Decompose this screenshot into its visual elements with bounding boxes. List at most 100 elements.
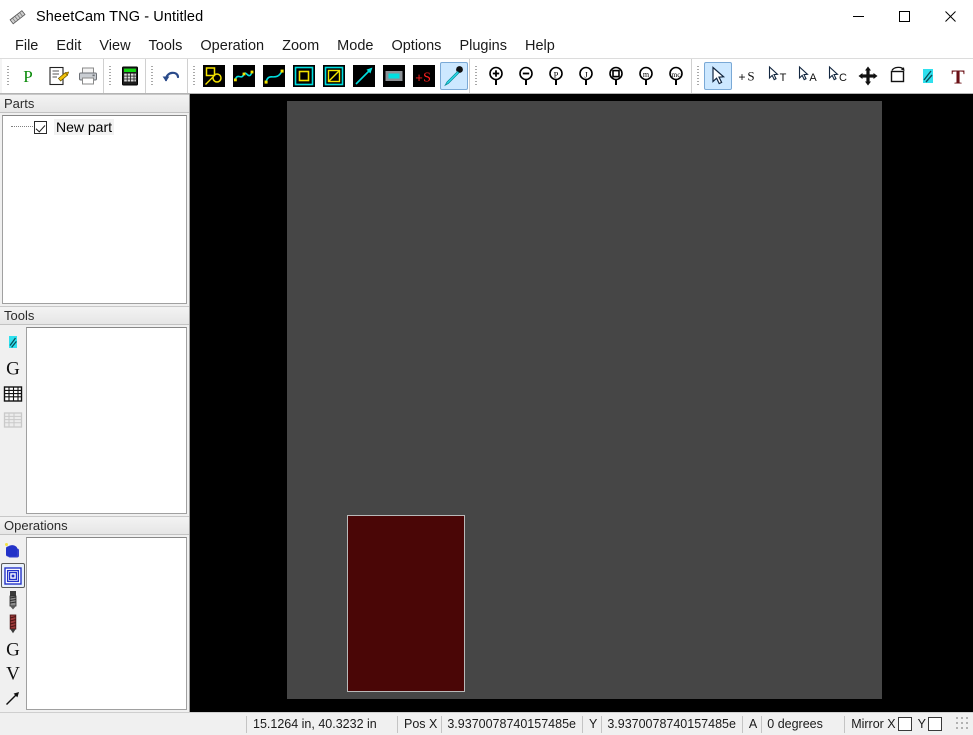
menu-plugins[interactable]: Plugins (450, 36, 516, 56)
svg-text:T: T (951, 67, 965, 88)
tools-panel: Tools G (0, 306, 189, 516)
svg-text:mc: mc (671, 70, 681, 79)
zoom-material-m-icon[interactable]: m (632, 62, 660, 90)
v-carve-icon[interactable]: V (1, 661, 25, 685)
tools-panel-body: G (0, 325, 189, 516)
mirror-x-checkbox[interactable] (897, 717, 912, 731)
worksheet-area[interactable] (287, 101, 882, 699)
toolbar-gripper[interactable] (472, 62, 480, 90)
select-shapes-icon[interactable] (200, 62, 228, 90)
polyline-node-icon[interactable] (230, 62, 258, 90)
diagonal-in-box-icon[interactable] (320, 62, 348, 90)
toolbar-gripper[interactable] (694, 62, 702, 90)
status-pos-x-label: Pos X (404, 717, 438, 731)
parts-tree-row[interactable]: New part (3, 116, 186, 138)
title-bar: SheetCam TNG - Untitled (0, 0, 973, 33)
edit-document-pencil-icon[interactable] (44, 62, 72, 90)
drawing-canvas[interactable] (190, 94, 973, 712)
menu-bar: File Edit View Tools Operation Zoom Mode… (0, 33, 973, 58)
select-a-cursor-icon[interactable]: A (794, 62, 822, 90)
operations-list[interactable] (26, 537, 187, 710)
menu-file[interactable]: File (6, 36, 47, 56)
plasma-torch-icon[interactable] (440, 62, 468, 90)
outside-offset-cut-icon[interactable] (1, 539, 25, 563)
status-spacer (0, 713, 246, 735)
status-pos-x: Pos X 3.9370078740157485e (398, 713, 582, 735)
add-start-s-cursor-icon[interactable]: + S (734, 62, 762, 90)
maximize-button[interactable] (881, 0, 927, 33)
post-process-p-icon[interactable]: P (14, 62, 42, 90)
menu-help[interactable]: Help (516, 36, 564, 56)
text-tool-t-icon[interactable]: T (944, 62, 972, 90)
spline-curve-icon[interactable] (260, 62, 288, 90)
mirror-y-label: Y (917, 717, 926, 731)
pocket-spiral-icon[interactable] (1, 563, 25, 588)
select-c-cursor-icon[interactable]: C (824, 62, 852, 90)
menu-edit[interactable]: Edit (47, 36, 90, 56)
mirror-x-label: Mirror X (851, 717, 896, 731)
zoom-in-icon[interactable] (482, 62, 510, 90)
menu-view[interactable]: View (90, 36, 139, 56)
svg-text:m: m (643, 70, 650, 79)
toolbar-gripper[interactable] (190, 62, 198, 90)
plasma-tool-icon[interactable] (914, 62, 942, 90)
status-pos-x-value: 3.9370078740157485e (447, 717, 576, 731)
arrow-select-icon[interactable] (704, 62, 732, 90)
resize-grip-icon[interactable] (955, 716, 971, 732)
toolbar-group-file: P (2, 59, 104, 93)
tool-table-icon[interactable] (1, 381, 25, 407)
status-angle-value: 0 degrees (767, 717, 823, 731)
toolbar-gripper[interactable] (4, 62, 12, 90)
move-pan-icon[interactable] (854, 62, 882, 90)
tap-thread-icon[interactable] (1, 612, 25, 636)
svg-text:P: P (554, 69, 559, 79)
minimize-button[interactable] (835, 0, 881, 33)
part-rectangle[interactable] (347, 515, 465, 692)
menu-options[interactable]: Options (382, 36, 450, 56)
svg-text:T: T (780, 72, 787, 84)
zoom-job-j-icon[interactable]: J (572, 62, 600, 90)
plasma-tool-icon[interactable] (1, 329, 25, 355)
status-bar: 15.1264 in, 40.3232 in Pos X 3.937007874… (0, 712, 973, 735)
menu-operation[interactable]: Operation (191, 36, 273, 56)
menu-zoom[interactable]: Zoom (273, 36, 328, 56)
drill-bit-icon[interactable] (1, 588, 25, 612)
tree-connector-icon (11, 126, 33, 128)
add-start-point-s-icon[interactable]: + S (410, 62, 438, 90)
zoom-mc-icon[interactable]: mc (662, 62, 690, 90)
svg-text:A: A (809, 72, 817, 84)
mirror-y-checkbox[interactable] (928, 717, 942, 731)
rectangle-fill-icon[interactable] (380, 62, 408, 90)
toolbar-gripper[interactable] (148, 62, 156, 90)
menu-mode[interactable]: Mode (328, 36, 382, 56)
menu-tools[interactable]: Tools (140, 36, 192, 56)
zoom-out-icon[interactable] (512, 62, 540, 90)
undo-arrow-icon[interactable] (158, 62, 186, 90)
calculator-icon[interactable] (116, 62, 144, 90)
main-toolbar: P + S P J m mc + S T A C T (0, 58, 973, 94)
parts-tree[interactable]: New part (2, 115, 187, 304)
sheetcam-logo-icon (9, 8, 27, 26)
print-icon[interactable] (74, 62, 102, 90)
parts-panel: Parts New part (0, 94, 189, 306)
toolbar-group-draw: + S (188, 59, 470, 93)
svg-text:C: C (839, 72, 847, 84)
tools-list[interactable] (26, 327, 187, 514)
toolbar-gripper[interactable] (106, 62, 114, 90)
zoom-extents-icon[interactable] (602, 62, 630, 90)
parts-panel-body: New part (0, 113, 189, 306)
move-arrow-icon[interactable] (1, 686, 25, 710)
tool-table-disabled-icon[interactable] (1, 407, 25, 433)
select-t-cursor-icon[interactable]: T (764, 62, 792, 90)
g-code-tool-icon[interactable]: G (1, 355, 25, 381)
g-code-operation-icon[interactable]: G (1, 637, 25, 661)
status-pos-y-label: Y (588, 717, 598, 731)
toolbar-group-calculator (104, 59, 146, 93)
close-button[interactable] (927, 0, 973, 33)
offset-outline-icon[interactable] (290, 62, 318, 90)
arrow-line-icon[interactable] (350, 62, 378, 90)
window-title: SheetCam TNG - Untitled (36, 8, 204, 25)
zoom-part-p-icon[interactable]: P (542, 62, 570, 90)
part-checkbox[interactable] (34, 120, 47, 134)
rotate-object-icon[interactable] (884, 62, 912, 90)
